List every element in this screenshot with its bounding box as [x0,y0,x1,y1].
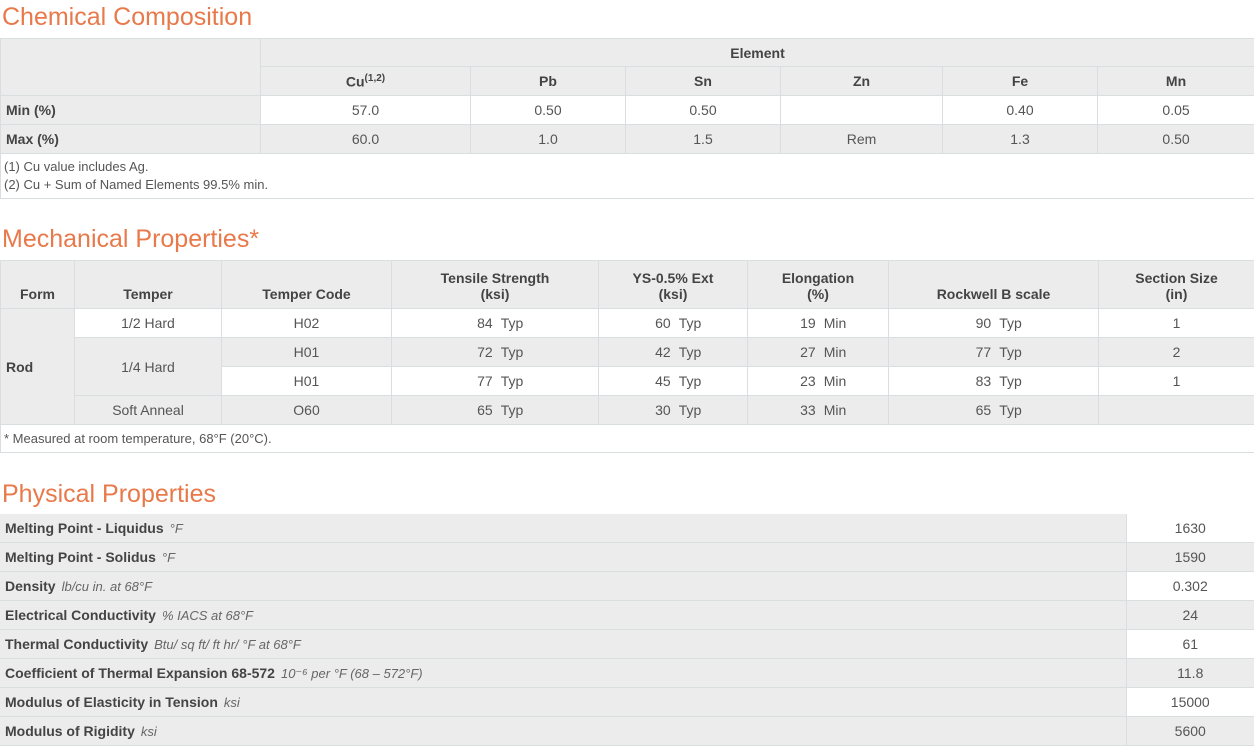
property-value: 15000 [1125,687,1254,717]
form-rod: Rod [0,308,75,425]
tensile-cell: 77 Typ [391,366,599,396]
min-mn: 0.05 [1096,95,1254,125]
rockwell-cell: 83 Typ [888,366,1099,396]
property-label: Modulus of Elasticity in Tension ksi [0,687,1126,717]
property-value: 24 [1125,600,1254,630]
chemical-note-2: (2) Cu + Sum of Named Elements 99.5% min… [4,177,269,192]
table-row: Density lb/cu in. at 68°F 0.302 [0,571,1254,601]
temper-cell: 1/2 Hard [74,308,222,338]
chemical-composition-title: Chemical Composition [2,3,253,31]
header-tensile-strength: Tensile Strength (ksi) [391,260,599,309]
table-row: Melting Point - Liquidus °F 1630 [0,513,1254,543]
header-form: Form [0,260,75,309]
table-row: Electrical Conductivity% IACS at 68°F 24 [0,600,1254,630]
section-cell [1098,395,1254,425]
temper-cell: Soft Anneal [74,395,222,425]
mechanical-properties-title: Mechanical Properties* [2,225,260,253]
table-row: Max (%) 60.0 1.0 1.5 Rem 1.3 0.50 [0,124,1254,154]
property-value: 1590 [1125,542,1254,572]
col-header-cu: Cu(1,2) [260,66,471,96]
property-value: 1630 [1125,513,1254,543]
yield-cell: 42 Typ [598,337,748,367]
yield-cell: 30 Typ [598,395,748,425]
property-label: Coefficient of Thermal Expansion 68-572 1… [0,658,1126,688]
physical-properties-title: Physical Properties [2,480,216,508]
physical-properties-table: Melting Point - Liquidus °F 1630 Melting … [0,513,1254,746]
yield-cell: 45 Typ [598,366,748,396]
col-header-fe: Fe [942,66,1098,96]
rockwell-cell: 90 Typ [888,308,1099,338]
table-row: 1/4 Hard H01 72 Typ 42 Typ 27 Min 77 Typ 2 [0,337,1254,396]
table-row: Melting Point - Solidus °F 1590 [0,542,1254,572]
elongation-cell: 33 Min [747,395,889,425]
temper-cell: 1/4 Hard [74,337,222,396]
header-temper-code: Temper Code [221,260,392,309]
chemical-notes: (1) Cu value includes Ag. (2) Cu + Sum o… [0,153,1254,199]
temper-code-cell: H01 [221,337,392,367]
tensile-cell: 72 Typ [391,337,599,367]
header-yield-strength: YS-0.5% Ext (ksi) [598,260,748,309]
min-cu: 57.0 [260,95,471,125]
row-label-min: Min (%) [0,95,261,125]
header-rockwell: Rockwell B scale [888,260,1099,309]
element-group-header: Element [259,38,1254,67]
temper-code-cell: H02 [221,308,392,338]
max-pb: 1.0 [470,124,626,154]
table-row: Soft Anneal O60 65 Typ 30 Typ 33 Min 65 Typ [0,395,1254,425]
table-row: Coefficient of Thermal Expansion 68-572 1… [0,658,1254,688]
max-zn: Rem [780,124,943,154]
min-sn: 0.50 [625,95,781,125]
table-row: Min (%) 57.0 0.50 0.50 0.40 0.05 [0,95,1254,125]
property-label: Electrical Conductivity% IACS at 68°F [0,600,1126,630]
chem-corner-cell [0,38,261,96]
min-fe: 0.40 [942,95,1098,125]
min-zn [780,95,943,125]
chemical-note-1: (1) Cu value includes Ag. [4,159,149,174]
rockwell-cell: 65 Typ [888,395,1099,425]
property-label: Density lb/cu in. at 68°F [0,571,1126,601]
min-pb: 0.50 [470,95,626,125]
property-label: Modulus of Rigidity ksi [0,716,1126,746]
row-label-max: Max (%) [0,124,261,154]
max-cu: 60.0 [260,124,471,154]
tensile-cell: 65 Typ [391,395,599,425]
property-value: 0.302 [1125,571,1254,601]
section-cell: 1 [1098,308,1254,338]
header-elongation: Elongation (%) [747,260,889,309]
table-row: Rod 1/2 Hard H02 84 Typ 60 Typ 19 Min 90 Typ… [0,308,1254,425]
rockwell-cell: 77 Typ [888,337,1099,367]
section-cell: 2 [1098,337,1254,367]
elongation-cell: 23 Min [747,366,889,396]
yield-cell: 60 Typ [598,308,748,338]
elongation-cell: 27 Min [747,337,889,367]
col-header-mn: Mn [1096,66,1254,96]
property-label: Thermal Conductivity Btu/ sq ft/ ft hr/ °… [0,629,1126,659]
header-temper: Temper [74,260,222,309]
property-label: Melting Point - Liquidus °F [0,513,1126,543]
table-row: Modulus of Elasticity in Tension ksi 1500… [0,687,1254,717]
property-value: 5600 [1125,716,1254,746]
table-row: Modulus of Rigidity ksi 5600 [0,716,1254,746]
temper-code-cell: H01 [221,366,392,396]
max-mn: 0.50 [1096,124,1254,154]
elongation-cell: 19 Min [747,308,889,338]
temper-code-cell: O60 [221,395,392,425]
section-cell: 1 [1098,366,1254,396]
property-value: 61 [1125,629,1254,659]
header-section-size: Section Size (in) [1098,260,1254,309]
col-header-sn: Sn [625,66,781,96]
property-label: Melting Point - Solidus °F [0,542,1126,572]
property-value: 11.8 [1125,658,1254,688]
col-header-zn: Zn [780,66,943,96]
chemical-composition-table: Element Cu(1,2) Pb Sn Zn Fe Mn Min (%) 5… [0,38,1254,199]
mechanical-properties-table: Form Temper Temper Code Tensile Strength… [0,260,1254,453]
mechanical-note: * Measured at room temperature, 68°F (20… [0,424,1254,453]
tensile-cell: 84 Typ [391,308,599,338]
table-row: Thermal Conductivity Btu/ sq ft/ ft hr/ °… [0,629,1254,659]
max-sn: 1.5 [625,124,781,154]
max-fe: 1.3 [942,124,1098,154]
col-header-pb: Pb [470,66,626,96]
